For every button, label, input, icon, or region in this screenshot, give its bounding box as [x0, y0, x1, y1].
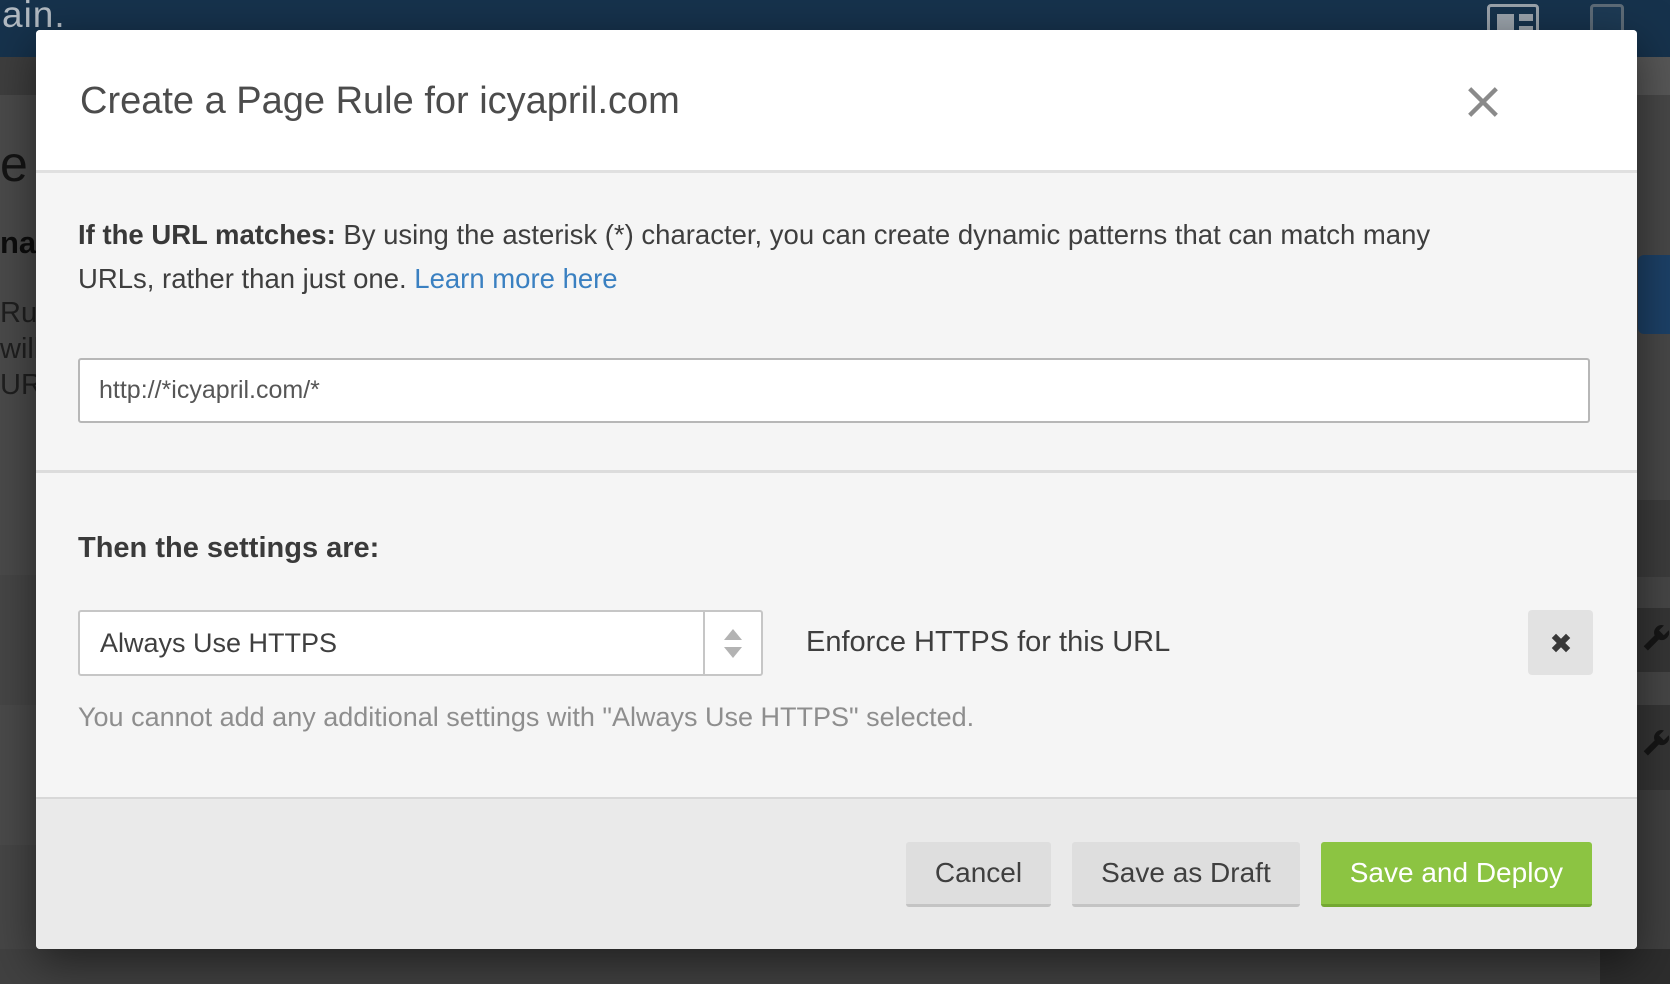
background-blue-button-fragment: [1638, 255, 1670, 334]
url-match-description: If the URL matches: By using the asteris…: [78, 213, 1478, 301]
close-icon[interactable]: [1457, 76, 1509, 128]
cancel-button[interactable]: Cancel: [906, 842, 1051, 907]
save-and-deploy-button[interactable]: Save and Deploy: [1321, 842, 1592, 907]
background-left-strip: e nav Ru will UR: [0, 57, 40, 984]
setting-select[interactable]: Always Use HTTPS: [78, 610, 763, 676]
section-divider: [36, 470, 1637, 473]
setting-select-value: Always Use HTTPS: [100, 612, 337, 674]
setting-description: Enforce HTTPS for this URL: [806, 626, 1170, 659]
background-heading-fragment: e: [0, 135, 28, 193]
url-pattern-input[interactable]: [78, 358, 1590, 423]
chevron-up-icon: [724, 629, 742, 640]
modal-title: Create a Page Rule for icyapril.com: [80, 80, 680, 123]
settings-heading: Then the settings are:: [78, 532, 379, 565]
url-match-label: If the URL matches:: [78, 219, 336, 250]
save-as-draft-button[interactable]: Save as Draft: [1072, 842, 1300, 907]
background-text-fragment: Ru: [0, 297, 37, 330]
setting-helper-text: You cannot add any additional settings w…: [78, 702, 974, 733]
modal-header: Create a Page Rule for icyapril.com: [36, 30, 1637, 173]
modal-footer: Cancel Save as Draft Save and Deploy: [36, 797, 1637, 949]
create-page-rule-modal: Create a Page Rule for icyapril.com If t…: [36, 30, 1637, 949]
bold-x-icon: [1546, 628, 1576, 658]
select-spinner-icon[interactable]: [703, 612, 761, 674]
chevron-down-icon: [724, 647, 742, 658]
background-bottom-strip: [0, 949, 1670, 984]
wrench-icon: [1638, 727, 1670, 763]
remove-setting-button[interactable]: [1528, 610, 1593, 675]
background-text-fragment: will: [0, 333, 40, 366]
wrench-icon: [1638, 622, 1670, 658]
learn-more-link[interactable]: Learn more here: [414, 263, 617, 294]
